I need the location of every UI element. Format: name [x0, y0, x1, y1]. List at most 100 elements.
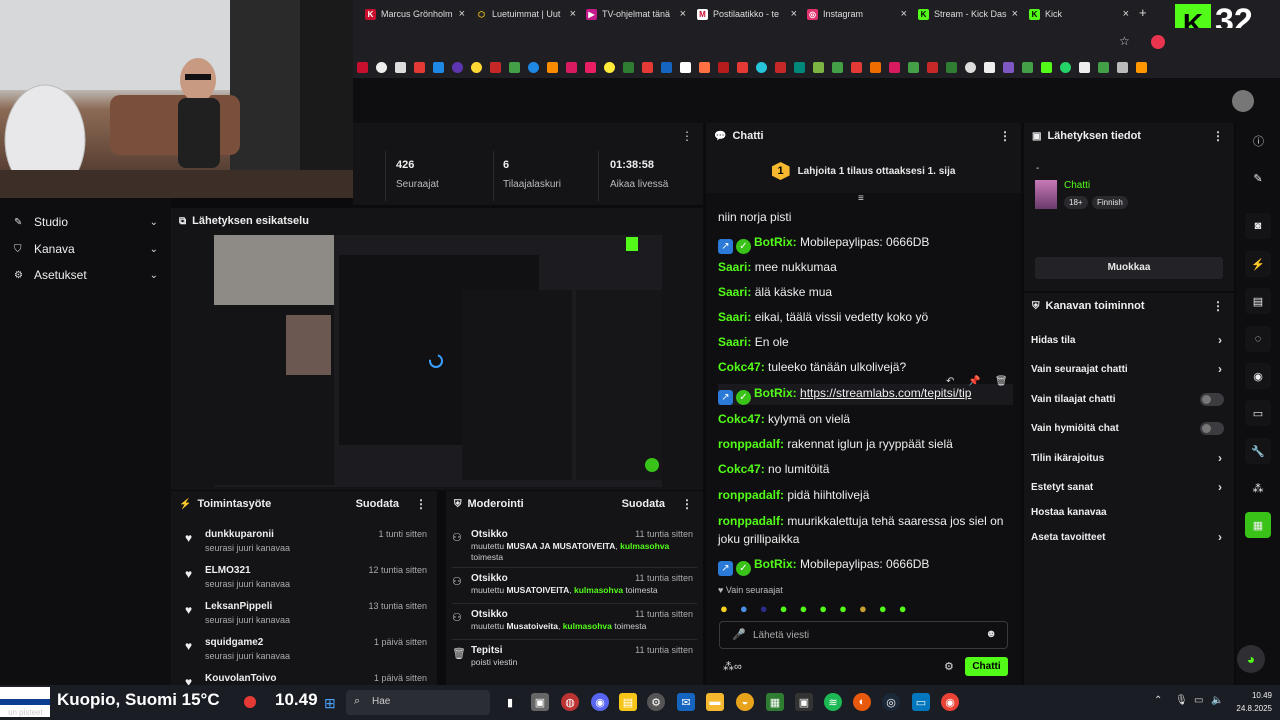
chat-username[interactable]: Saari: [718, 260, 747, 274]
bookmark-icon[interactable]: [946, 61, 957, 73]
chat-username[interactable]: Saari: [718, 285, 747, 299]
bookmark-icon[interactable]: [471, 61, 482, 73]
bookmark-icon[interactable]: [623, 61, 634, 73]
sidebar-item-asetukset[interactable]: ⚙ Asetukset ⌄: [14, 265, 164, 285]
camera-icon[interactable]: ◙: [1245, 213, 1271, 239]
microphone-icon[interactable]: 🎙: [1175, 695, 1188, 706]
bookmark-icon[interactable]: [1136, 61, 1147, 73]
outlook-icon[interactable]: ✉: [677, 693, 695, 711]
emote-icon[interactable]: ●: [760, 601, 768, 616]
bookmark-icon[interactable]: [661, 61, 672, 73]
more-options-icon[interactable]: ⋮: [999, 129, 1011, 143]
bookmark-icon[interactable]: [547, 61, 558, 73]
emote-icon[interactable]: ●: [839, 601, 847, 616]
gear-icon[interactable]: ⚙: [944, 660, 954, 673]
browser-tab[interactable]: ⬡ Luetuimmat | Uut ×: [476, 4, 576, 24]
app-icon[interactable]: ▣: [795, 693, 813, 711]
taskbar-date[interactable]: 24.8.2025: [1228, 704, 1272, 713]
bookmark-icon[interactable]: [718, 61, 729, 73]
info-icon[interactable]: ⓘ: [1253, 133, 1264, 149]
bookmark-icon[interactable]: [1041, 61, 1052, 73]
bookmark-icon[interactable]: [357, 61, 368, 73]
send-chat-button[interactable]: Chatti: [965, 657, 1008, 676]
star-icon[interactable]: ☆: [1119, 34, 1130, 48]
more-options-icon[interactable]: ⋮: [1212, 129, 1224, 143]
app-icon[interactable]: ▮: [501, 693, 519, 711]
app-icon[interactable]: ▦: [766, 693, 784, 711]
points-icon[interactable]: ⁂∞: [723, 660, 742, 673]
more-options-icon[interactable]: ⋮: [681, 497, 693, 511]
activity-user[interactable]: squidgame2: [205, 637, 263, 648]
more-options-icon[interactable]: ⋮: [1212, 299, 1224, 313]
taskbar-time[interactable]: 10.49: [1234, 691, 1272, 700]
action-host-channel[interactable]: Hostaa kanavaa: [1031, 503, 1226, 521]
chat-username[interactable]: Cokc47: [718, 360, 761, 374]
bookmark-icon[interactable]: [908, 61, 919, 73]
edit-button[interactable]: Muokkaa: [1035, 257, 1223, 279]
wrench-icon[interactable]: 🔧: [1245, 438, 1271, 464]
bookmark-icon[interactable]: [642, 61, 653, 73]
chat-username[interactable]: ronppadalf: [718, 488, 780, 502]
chat-username[interactable]: ronppadalf: [718, 514, 780, 528]
emote-icon[interactable]: ●: [899, 601, 907, 616]
app-icon[interactable]: ◒: [736, 693, 754, 711]
bookmark-icon[interactable]: [737, 61, 748, 73]
microphone-icon[interactable]: 🎤: [732, 628, 746, 641]
address-bar[interactable]: ☆: [353, 28, 1280, 56]
lightning-icon[interactable]: ⚡: [1245, 251, 1271, 277]
bookmark-icon[interactable]: [1060, 61, 1071, 73]
clipboard-icon[interactable]: ▤: [1245, 288, 1271, 314]
bookmark-icon[interactable]: [376, 61, 387, 73]
bookmark-icon[interactable]: [699, 61, 710, 73]
app-icon[interactable]: ▭: [912, 693, 930, 711]
folder-icon[interactable]: ▬: [706, 693, 724, 711]
close-icon[interactable]: ×: [680, 8, 686, 20]
pin-icon[interactable]: 📌: [968, 376, 980, 387]
chat-input[interactable]: 🎤 Lähetä viesti ☻: [719, 621, 1008, 649]
broadcast-icon[interactable]: ◉: [1245, 363, 1271, 389]
activity-user[interactable]: dunkkuparonii: [205, 529, 274, 540]
pin-toggle-icon[interactable]: ≡: [858, 193, 864, 204]
bookmark-icon[interactable]: [433, 61, 444, 73]
chat-bubble-icon[interactable]: ◌: [1245, 326, 1271, 352]
bookmark-icon[interactable]: [452, 61, 463, 73]
bookmark-icon[interactable]: [775, 61, 786, 73]
emote-icon[interactable]: ●: [740, 601, 748, 616]
sidebar-item-kanava[interactable]: ⛉ Kanava ⌄: [14, 239, 164, 259]
volume-icon[interactable]: 🔈: [1211, 695, 1223, 706]
chrome-icon[interactable]: ◉: [941, 693, 959, 711]
bookmark-icon[interactable]: [528, 61, 539, 73]
stream-preview-video[interactable]: [214, 235, 662, 487]
subscribers-only-toggle[interactable]: [1200, 392, 1224, 406]
browser-tab[interactable]: K Kick ×: [1029, 4, 1129, 24]
action-account-age[interactable]: Tilin ikärajoitus ›: [1031, 449, 1226, 467]
browser-tab[interactable]: ▶ TV-ohjelmat tänä ×: [586, 4, 686, 24]
app-icon[interactable]: ▤: [619, 693, 637, 711]
bookmark-icon[interactable]: [965, 61, 976, 73]
support-chat-icon[interactable]: ◕: [1237, 645, 1265, 673]
bookmark-icon[interactable]: [604, 61, 615, 73]
more-options-icon[interactable]: ⋮: [681, 129, 693, 143]
bookmark-icon[interactable]: [1117, 61, 1128, 73]
firefox-icon[interactable]: ◐: [853, 693, 871, 711]
display-icon[interactable]: ▭: [1194, 695, 1203, 706]
gift-icon[interactable]: ▦: [1245, 512, 1271, 538]
bookmark-icon[interactable]: [756, 61, 767, 73]
close-icon[interactable]: ×: [791, 8, 797, 20]
spotify-icon[interactable]: ≋: [824, 693, 842, 711]
emote-icon[interactable]: ●: [720, 601, 728, 616]
display-icon[interactable]: ▭: [1245, 400, 1271, 426]
emote-icon[interactable]: ●: [859, 601, 867, 616]
discord-icon[interactable]: ◉: [591, 693, 609, 711]
bookmark-icon[interactable]: [1022, 61, 1033, 73]
bookmark-icon[interactable]: [851, 61, 862, 73]
bookmark-icon[interactable]: [927, 61, 938, 73]
activity-user[interactable]: ELMO321: [205, 565, 251, 576]
browser-tab[interactable]: K Marcus Grönholm ×: [365, 4, 465, 24]
emote-icon[interactable]: ●: [799, 601, 807, 616]
emote-icon[interactable]: ●: [879, 601, 887, 616]
browser-tab[interactable]: K Stream - Kick Das ×: [918, 4, 1018, 24]
bookmark-icon[interactable]: [566, 61, 577, 73]
bookmark-icon[interactable]: [813, 61, 824, 73]
bookmark-icon[interactable]: [984, 61, 995, 73]
